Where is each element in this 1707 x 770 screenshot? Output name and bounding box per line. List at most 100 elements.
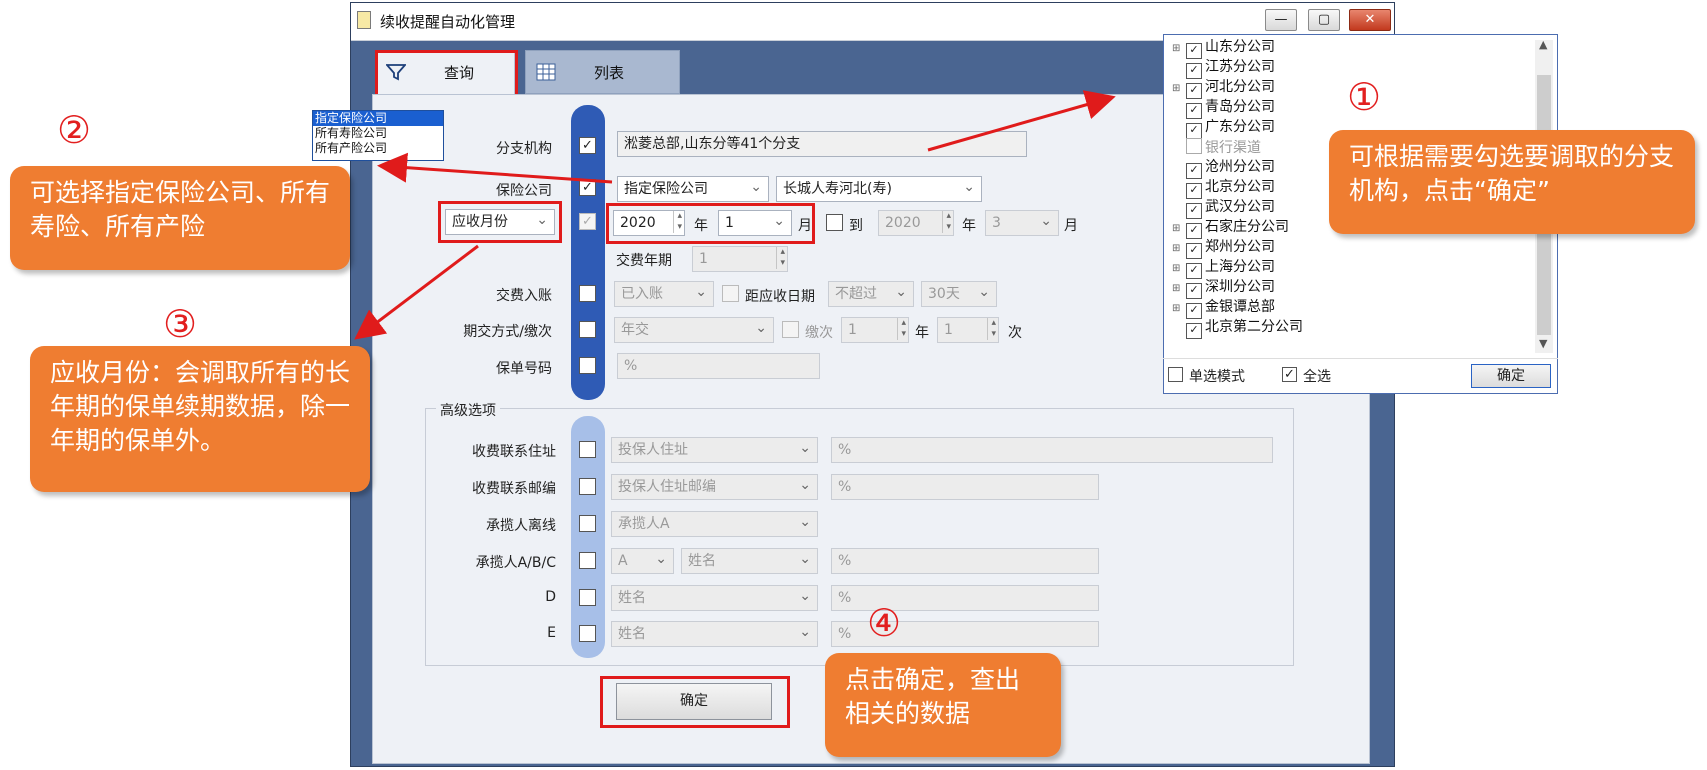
times-year-spinner[interactable]: 1 [841,317,909,343]
tree-item-checkbox[interactable]: ✓ [1186,83,1202,99]
range-checkbox[interactable] [826,214,843,231]
tree-item[interactable]: ┆✓青岛分公司 [1186,98,1275,119]
close-button[interactable]: ✕ [1349,9,1391,31]
due-days-select[interactable]: 30天 [921,281,997,307]
adv-zip-checkbox[interactable] [579,478,596,495]
tree-item-checkbox[interactable]: ✓ [1186,163,1202,179]
account-label: 交费入账 [496,288,552,304]
tree-item-label: 河北分公司 [1205,79,1275,95]
policy-input[interactable]: % [617,353,820,379]
tree-item-label: 广东分公司 [1205,119,1275,135]
tree-item[interactable]: ┆✓北京第二分公司 [1186,318,1303,339]
tree-item-checkbox[interactable]: ✓ [1186,283,1202,299]
account-checkbox[interactable] [579,285,596,302]
branch-checkbox[interactable]: ✓ [579,137,596,154]
minimize-button[interactable]: — [1265,9,1297,31]
tree-item[interactable]: ┆✓江苏分公司 [1186,58,1275,79]
adv-zip-label: 收费联系邮编 [472,481,556,497]
adv-e-checkbox[interactable] [579,625,596,642]
tree-item-checkbox[interactable]: ✓ [1186,243,1202,259]
adv-abc-letter-select[interactable]: A [611,548,674,574]
tree-item-checkbox[interactable]: ✓ [1186,223,1202,239]
scroll-down-icon[interactable]: ▼ [1539,337,1547,350]
select-all-label: 全选 [1303,369,1331,385]
adv-address-input[interactable]: % [831,437,1273,463]
tree-item-label: 深圳分公司 [1205,279,1275,295]
expand-plus-icon[interactable]: ⊞ [1172,259,1186,278]
select-all-checkbox[interactable]: ✓ [1282,367,1297,382]
callout-branch: 可根据需要勾选要调取的分支机构，点击“确定” [1329,130,1695,234]
dropdown-option[interactable]: 指定保险公司 [313,111,443,126]
tree-item[interactable]: ⊞ ✓ 金银谭总部 [1172,298,1275,319]
due-checkbox[interactable] [722,285,739,302]
times-unit: 次 [1008,325,1022,341]
tree-item-checkbox[interactable]: ✓ [1186,123,1202,139]
tree-item-checkbox[interactable]: ✓ [1186,323,1202,339]
expand-plus-icon[interactable]: ⊞ [1172,279,1186,298]
tree-item-checkbox[interactable]: ✓ [1186,203,1202,219]
method-checkbox[interactable] [579,321,596,338]
tree-item[interactable]: ⊞ ✓ 上海分公司 [1172,258,1275,279]
adv-abc-label: 承揽人A/B/C [475,555,556,571]
annotation-box-date [606,203,815,244]
tree-item[interactable]: ┆✓北京分公司 [1186,178,1275,199]
tree-item-checkbox[interactable]: ✓ [1186,103,1202,119]
single-mode-checkbox[interactable] [1168,367,1183,382]
tree-item-checkbox[interactable]: ✓ [1186,263,1202,279]
tree-item[interactable]: ⊞ ✓ 山东分公司 [1172,38,1275,59]
insurer-checkbox[interactable]: ✓ [579,179,596,196]
insurer-select[interactable]: 长城人寿河北(寿) [776,176,982,202]
due-label: 距应收日期 [745,289,815,305]
branch-input[interactable]: 淞菱总部,山东分等41个分支 [617,131,1027,157]
adv-e-select[interactable]: 姓名 [611,621,818,647]
dropdown-option[interactable]: 所有产险公司 [313,141,443,156]
tree-item-checkbox[interactable]: ✓ [1186,43,1202,59]
adv-offline-checkbox[interactable] [579,515,596,532]
adv-abc-checkbox[interactable] [579,552,596,569]
month-checkbox[interactable]: ✓ [579,213,596,230]
tree-item-checkbox[interactable]: ✓ [1186,63,1202,79]
tree-item[interactable]: ⊞ ✓ 郑州分公司 [1172,238,1275,259]
tree-item[interactable]: ┆✓武汉分公司 [1186,198,1275,219]
adv-d-select[interactable]: 姓名 [611,585,818,611]
adv-zip-select[interactable]: 投保人住址邮编 [611,474,818,500]
expand-plus-icon[interactable]: ⊞ [1172,39,1186,58]
tree-item[interactable]: ┆✓广东分公司 [1186,118,1275,139]
tree-item[interactable]: ┆✓沧州分公司 [1186,158,1275,179]
tree-item-label: 北京分公司 [1205,179,1275,195]
expand-plus-icon[interactable]: ⊞ [1172,219,1186,238]
tab-list[interactable]: 列表 [525,50,680,94]
adv-abc-input[interactable]: % [831,548,1099,574]
month-to-select[interactable]: 3 [985,210,1059,236]
adv-address-select[interactable]: 投保人住址 [611,437,818,463]
tree-item-checkbox[interactable]: ✓ [1186,183,1202,199]
year-to-spinner[interactable]: 2020 [878,210,954,236]
times-spinner[interactable]: 1 [937,317,999,343]
times-checkbox[interactable] [782,321,799,338]
account-select[interactable]: 已入账 [614,281,714,307]
tree-item[interactable]: ⊞ ✓ 深圳分公司 [1172,278,1275,299]
scroll-up-icon[interactable]: ▲ [1539,38,1547,51]
adv-abc-name-select[interactable]: 姓名 [681,548,818,574]
adv-offline-select[interactable]: 承揽人A [611,511,818,537]
adv-d-checkbox[interactable] [579,589,596,606]
adv-zip-input[interactable]: % [831,474,1099,500]
tree-item[interactable]: ┆银行渠道 [1186,138,1261,157]
maximize-button[interactable]: ▢ [1308,9,1340,31]
method-select[interactable]: 年交 [614,317,774,343]
insurer-type-dropdown: 指定保险公司 所有寿险公司 所有产险公司 [312,110,444,161]
pay-period-spinner[interactable]: 1 [692,246,788,272]
tree-confirm-button[interactable]: 确定 [1471,364,1551,388]
dropdown-option[interactable]: 所有寿险公司 [313,126,443,141]
expand-plus-icon[interactable]: ⊞ [1172,79,1186,98]
insurer-type-select[interactable]: 指定保险公司 [617,176,769,202]
tree-item-checkbox[interactable] [1186,138,1202,154]
policy-checkbox[interactable] [579,357,596,374]
tree-item-checkbox[interactable]: ✓ [1186,303,1202,319]
due-compare-select[interactable]: 不超过 [828,281,914,307]
tree-item[interactable]: ⊞ ✓ 石家庄分公司 [1172,218,1289,239]
expand-plus-icon[interactable]: ⊞ [1172,299,1186,318]
adv-address-checkbox[interactable] [579,441,596,458]
expand-plus-icon[interactable]: ⊞ [1172,239,1186,258]
tree-item[interactable]: ⊞ ✓ 河北分公司 [1172,78,1275,99]
